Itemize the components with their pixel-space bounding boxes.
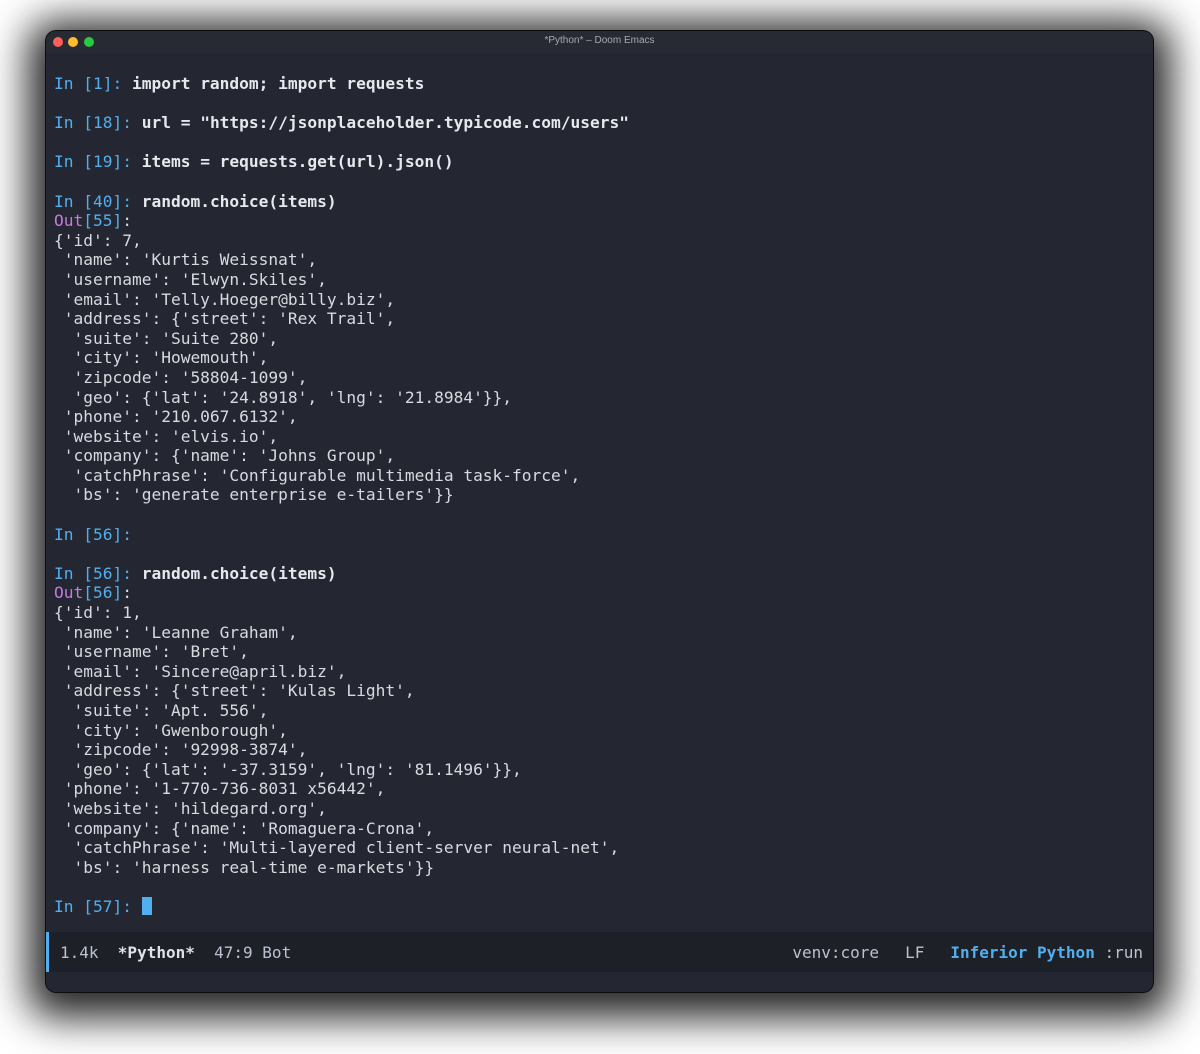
input-prompt: In [57]: (54, 896, 142, 916)
output-text-line: 'website': 'elvis.io', (54, 426, 279, 446)
output-text-line: 'email': 'Sincere@april.biz', (54, 661, 347, 681)
output-text-line: 'suite': 'Suite 280', (54, 328, 279, 348)
input-code[interactable]: items = requests.get(url).json() (142, 152, 454, 171)
output-text-line: 'name': 'Kurtis Weissnat', (54, 250, 318, 270)
output-label-line: Out[56]: (54, 583, 1145, 603)
input-line: In [19]: items = requests.get(url).json(… (54, 152, 1145, 172)
input-line: In [18]: url = "https://jsonplaceholder.… (54, 113, 1145, 133)
scroll-position: Bot (262, 943, 292, 962)
output-text-line: 'catchPhrase': 'Configurable multimedia … (54, 465, 581, 485)
process-status: :run (1104, 943, 1143, 962)
output-text-line: 'address': {'street': 'Rex Trail', (54, 309, 396, 329)
input-line: In [56]: (54, 525, 1145, 545)
output-text-line: 'catchPhrase': 'Multi-layered client-ser… (54, 838, 620, 858)
output-text-line: 'geo': {'lat': '24.8918', 'lng': '21.898… (54, 387, 513, 407)
input-line: In [40]: random.choice(items) (54, 192, 1145, 212)
input-line: In [57]: (54, 896, 1145, 917)
mode-line-right: venv:core LF Inferior Python :run (792, 943, 1143, 962)
output-text-line: 'bs': 'harness real-time e-markets'}} (54, 857, 435, 877)
output-text-line: 'bs': 'generate enterprise e-tailers'}} (54, 485, 454, 505)
line-ending[interactable]: LF (905, 943, 924, 962)
output-text-line: 'phone': '1-770-736-8031 x56442', (54, 779, 386, 799)
output-text-line: 'suite': 'Apt. 556', (54, 701, 269, 720)
input-prompt: In [56]: (54, 563, 142, 583)
output-number: [56] (83, 583, 123, 603)
output-text-line: 'zipcode': '58804-1099', (54, 367, 308, 387)
output-text-line: 'company': {'name': 'Johns Group', (54, 446, 396, 466)
input-prompt: In [1]: (54, 74, 132, 93)
input-prompt: In [56]: (54, 524, 142, 544)
output-text-line: 'zipcode': '92998-3874', (54, 740, 308, 760)
input-prompt: In [18]: (54, 113, 142, 133)
input-code[interactable]: import random; import requests (132, 74, 424, 93)
input-code[interactable]: url = "https://jsonplaceholder.typicode.… (142, 113, 629, 132)
output-colon: : (122, 583, 132, 603)
output-text-line: 'username': 'Elwyn.Skiles', (54, 269, 327, 289)
input-line: In [56]: random.choice(items) (54, 564, 1145, 584)
screen: *Python* – Doom Emacs In [1]: import ran… (0, 0, 1200, 1054)
output-text-line: 'email': 'Telly.Hoeger@billy.biz', (54, 289, 396, 309)
mode-line-left: 1.4k *Python* 47:9 Bot (60, 943, 291, 962)
input-prompt: In [19]: (54, 152, 142, 172)
major-mode[interactable]: Inferior Python (950, 943, 1095, 962)
output-text-line: 'phone': '210.067.6132', (54, 407, 298, 427)
output-text-line: 'address': {'street': 'Kulas Light', (54, 681, 415, 701)
input-prompt: In [40]: (54, 191, 142, 211)
title-bar[interactable]: *Python* – Doom Emacs (46, 31, 1153, 53)
output-number: [55] (83, 211, 123, 231)
output-text-line: 'username': 'Bret', (54, 642, 249, 662)
emacs-window: *Python* – Doom Emacs In [1]: import ran… (46, 31, 1153, 992)
python-env[interactable]: venv:core (792, 943, 879, 962)
text-cursor (141, 896, 152, 915)
output-text-line: 'name': 'Leanne Graham', (54, 622, 298, 642)
python-repl-buffer[interactable]: In [1]: import random; import requests In… (54, 74, 1145, 917)
buffer-name[interactable]: *Python* (118, 943, 195, 962)
output-text-line: 'website': 'hildegard.org', (54, 798, 327, 818)
output-text-line: 'geo': {'lat': '-37.3159', 'lng': '81.14… (54, 759, 522, 779)
input-code[interactable]: random.choice(items) (142, 192, 337, 211)
output-label-line: Out[55]: (54, 211, 1145, 231)
buffer-size: 1.4k (60, 943, 99, 962)
output-text-line: 'company': {'name': 'Romaguera-Crona', (54, 818, 435, 838)
cursor-position: 47:9 (214, 943, 253, 962)
output-text-line: 'city': 'Gwenborough', (54, 720, 288, 740)
mode-line: 1.4k *Python* 47:9 Bot venv:core LF Inferi… (46, 932, 1153, 972)
window-title: *Python* – Doom Emacs (544, 35, 655, 46)
output-text-line: {'id': 7, (54, 230, 142, 250)
output-text-line: {'id': 1, (54, 603, 142, 623)
output-colon: : (122, 211, 132, 231)
output-text-line: 'city': 'Howemouth', (54, 348, 269, 368)
input-code[interactable]: random.choice(items) (142, 564, 337, 583)
output-label: Out (54, 583, 84, 603)
input-line: In [1]: import random; import requests (54, 74, 1145, 94)
output-label: Out (54, 211, 84, 231)
